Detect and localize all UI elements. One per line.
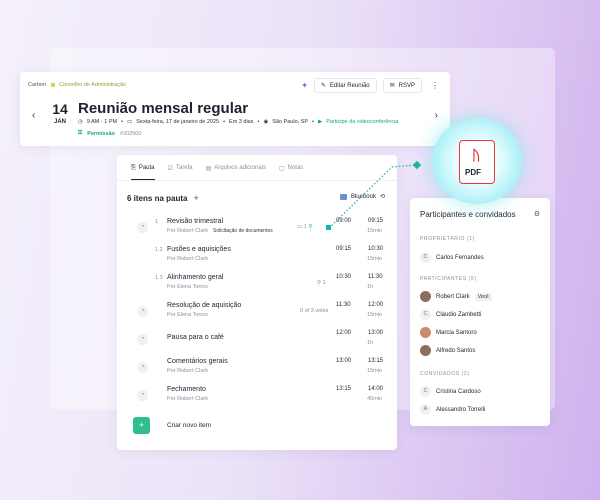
connector-end-node — [412, 160, 422, 170]
connector-line — [326, 160, 422, 230]
pdf-file-icon[interactable]: ᚢ PDF — [459, 140, 495, 184]
acrobat-icon: ᚢ — [472, 147, 481, 163]
pdf-label: PDF — [465, 168, 481, 177]
connector-start-node — [326, 225, 331, 230]
